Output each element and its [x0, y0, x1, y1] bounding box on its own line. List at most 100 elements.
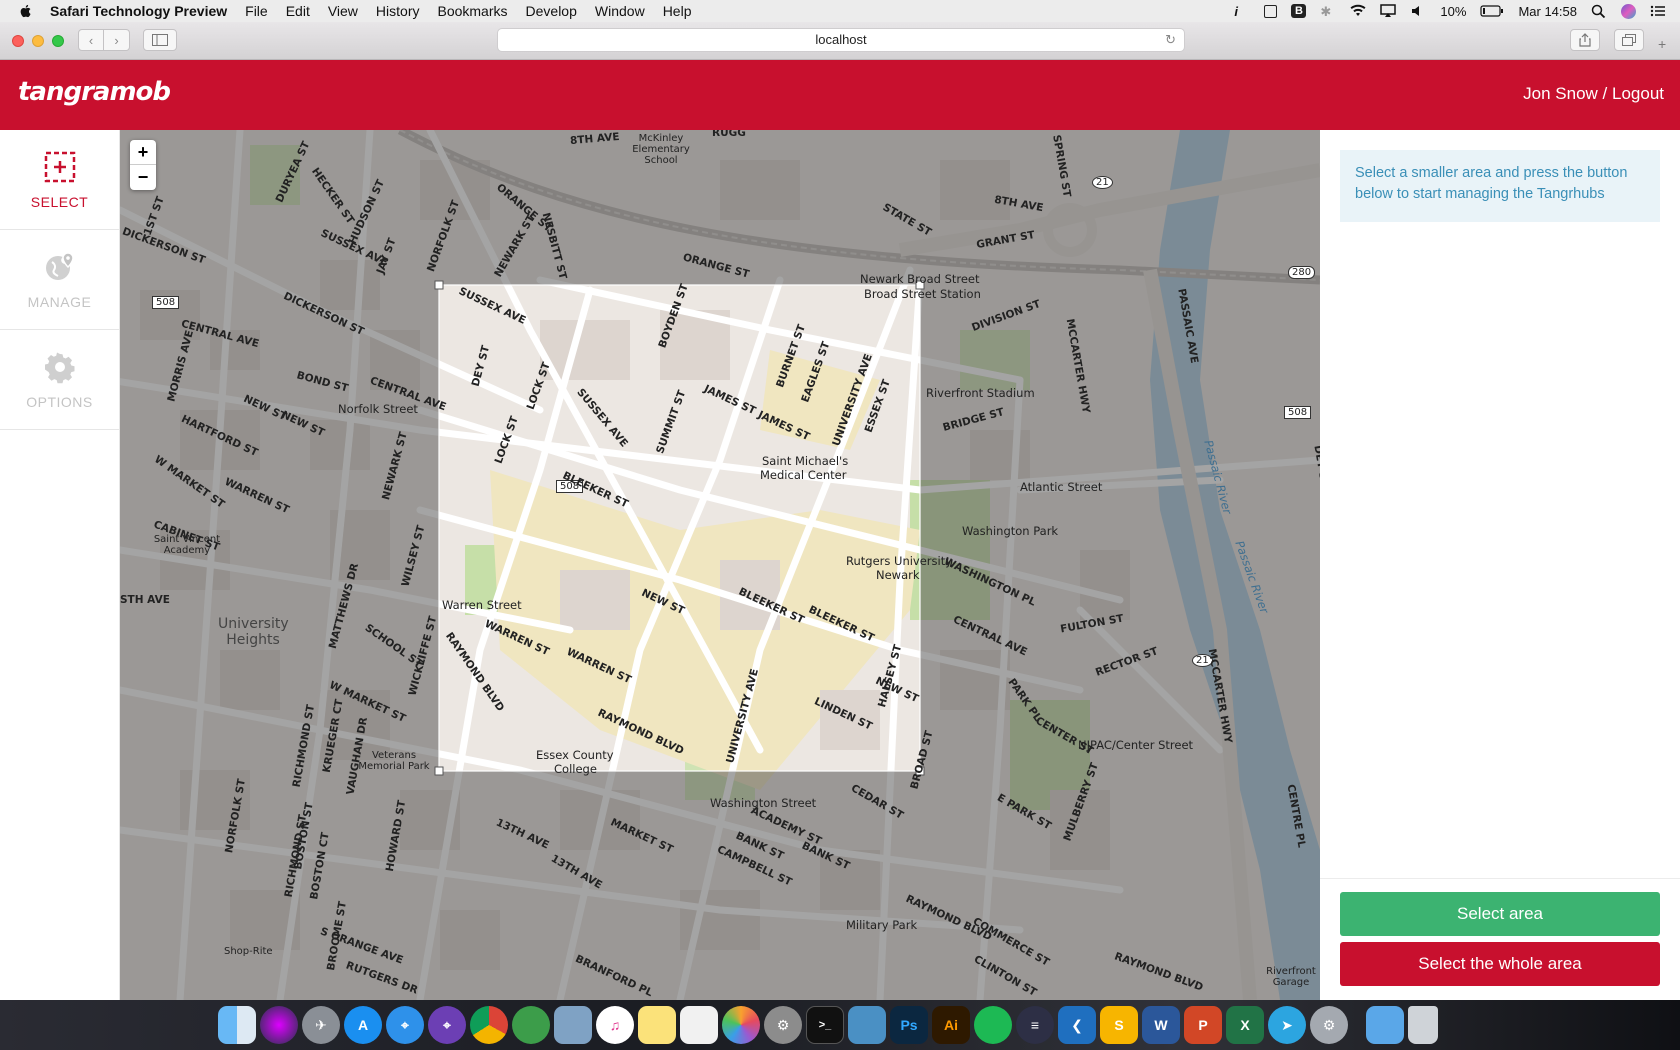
spotify-icon[interactable] — [974, 1006, 1012, 1044]
excel-icon[interactable]: X — [1226, 1006, 1264, 1044]
menu-edit[interactable]: Edit — [286, 3, 310, 19]
app-header: tangramob Jon Snow / Logout — [0, 60, 1680, 130]
sidebar-icon — [152, 34, 168, 46]
route-shield: 21 — [1092, 176, 1113, 189]
map-label: Washington Park — [962, 524, 1059, 538]
safari-technology-preview-icon[interactable]: ⌖ — [428, 1006, 466, 1044]
powerpoint-icon[interactable]: P — [1184, 1006, 1222, 1044]
notes-icon[interactable] — [638, 1006, 676, 1044]
vscode-icon[interactable]: ❮ — [1058, 1006, 1096, 1044]
new-tab-icon[interactable]: + — [1658, 36, 1666, 52]
menu-history[interactable]: History — [376, 3, 420, 19]
apple-icon[interactable] — [18, 3, 34, 19]
grid-icon[interactable] — [1264, 4, 1278, 18]
maximize-window-icon[interactable] — [52, 35, 64, 47]
folder-icon[interactable] — [1366, 1006, 1404, 1044]
map-label: RUGG — [712, 130, 746, 139]
address-bar[interactable]: localhost ↻ — [497, 28, 1185, 52]
selection-handle-bottom-left[interactable] — [434, 766, 444, 776]
route-shield: 508 — [1284, 406, 1312, 419]
map-label: Veterans Memorial Park — [358, 750, 430, 772]
menu-develop[interactable]: Develop — [526, 3, 577, 19]
itunes-icon[interactable]: ♫ — [596, 1006, 634, 1044]
share-icon — [1579, 33, 1591, 47]
wifi-icon[interactable] — [1350, 4, 1366, 18]
clock[interactable]: Mar 14:58 — [1518, 4, 1577, 19]
nav-options[interactable]: OPTIONS — [0, 330, 119, 430]
menu-window[interactable]: Window — [595, 3, 645, 19]
terminal-icon[interactable]: >_ — [806, 1006, 844, 1044]
telegram-icon[interactable]: ➤ — [1268, 1006, 1306, 1044]
volume-icon[interactable] — [1410, 4, 1426, 18]
macos-menubar: Safari Technology Preview File Edit View… — [0, 0, 1680, 22]
menu-app-name[interactable]: Safari Technology Preview — [50, 3, 227, 19]
right-panel: Select a smaller area and press the butt… — [1320, 130, 1680, 1000]
chevron-right-icon: › — [114, 32, 119, 48]
map-label: Saint Michael's — [762, 454, 849, 468]
select-whole-area-button[interactable]: Select the whole area — [1340, 942, 1660, 986]
preview-icon[interactable] — [554, 1006, 592, 1044]
forward-button[interactable]: › — [104, 29, 130, 51]
keynote-icon[interactable] — [848, 1006, 886, 1044]
map-label: STH AVE — [120, 594, 170, 606]
siri-icon[interactable] — [260, 1006, 298, 1044]
photoshop-icon[interactable]: Ps — [890, 1006, 928, 1044]
url-text: localhost — [815, 32, 867, 47]
menu-bookmarks[interactable]: Bookmarks — [437, 3, 507, 19]
menu-help[interactable]: Help — [663, 3, 692, 19]
user-logout-link[interactable]: Jon Snow / Logout — [1523, 84, 1664, 104]
macos-dock: ✈ A ⌖ ⌖ ♫ ⚙ >_ Ps Ai ≡ ❮ S W P X ➤ ⚙ — [0, 1000, 1680, 1050]
spotlight-search-icon[interactable] — [1591, 4, 1607, 18]
browser-toolbar: ‹ › localhost ↻ + — [0, 22, 1680, 60]
b-icon[interactable]: B — [1291, 4, 1307, 18]
menu-view[interactable]: View — [328, 3, 358, 19]
map-view[interactable]: 508 508 508 21 21 280 8TH AVE McKinley E… — [120, 130, 1320, 1000]
system-preferences-icon[interactable]: ⚙ — [764, 1006, 802, 1044]
window-controls — [12, 35, 64, 47]
launchpad-icon[interactable]: ✈ — [302, 1006, 340, 1044]
zoom-out-button[interactable]: − — [130, 165, 156, 190]
route-shield: 280 — [1288, 266, 1316, 279]
airplay-icon[interactable] — [1380, 4, 1397, 18]
sidebar-toggle-button[interactable] — [143, 29, 177, 51]
word-icon[interactable]: W — [1142, 1006, 1180, 1044]
nav-select-label: SELECT — [30, 193, 89, 210]
show-tabs-button[interactable] — [1614, 29, 1644, 51]
nav-select[interactable]: SELECT — [0, 130, 119, 230]
sketch-icon[interactable]: S — [1100, 1006, 1138, 1044]
maps-globe-icon[interactable] — [512, 1006, 550, 1044]
map-label: University Heights — [218, 616, 289, 648]
menu-file[interactable]: File — [245, 3, 268, 19]
photos-icon[interactable] — [722, 1006, 760, 1044]
app-store-icon[interactable]: A — [344, 1006, 382, 1044]
route-shield: 508 — [152, 296, 180, 309]
bluetooth-icon[interactable]: ✱ — [1320, 4, 1336, 19]
settings-gear-icon[interactable]: ⚙ — [1310, 1006, 1348, 1044]
illustrator-icon[interactable]: Ai — [932, 1006, 970, 1044]
nav-manage[interactable]: MANAGE — [0, 230, 119, 330]
finder-icon[interactable] — [218, 1006, 256, 1044]
safari-icon[interactable]: ⌖ — [386, 1006, 424, 1044]
reload-icon[interactable]: ↻ — [1165, 29, 1176, 51]
zoom-in-button[interactable]: + — [130, 140, 156, 165]
siri-icon[interactable] — [1621, 3, 1636, 19]
close-window-icon[interactable] — [12, 35, 24, 47]
minimize-window-icon[interactable] — [32, 35, 44, 47]
app-logo[interactable]: tangramob — [18, 77, 171, 107]
select-area-button[interactable]: Select area — [1340, 892, 1660, 936]
chrome-icon[interactable] — [470, 1006, 508, 1044]
sublime-icon[interactable]: ≡ — [1016, 1006, 1054, 1044]
divider — [1320, 878, 1680, 879]
back-button[interactable]: ‹ — [78, 29, 104, 51]
map-label: Essex County — [536, 748, 614, 762]
selection-handle-top-left[interactable] — [434, 280, 444, 290]
select-area-icon — [44, 151, 75, 182]
info-icon[interactable]: i — [1234, 4, 1250, 19]
textedit-icon[interactable] — [680, 1006, 718, 1044]
nav-manage-label: MANAGE — [27, 293, 92, 310]
map-label: Riverfront Stadium — [926, 386, 1035, 400]
share-button[interactable] — [1570, 29, 1600, 51]
notification-center-icon[interactable] — [1650, 4, 1666, 18]
battery-icon[interactable] — [1480, 4, 1504, 18]
trash-icon[interactable] — [1408, 1006, 1438, 1044]
